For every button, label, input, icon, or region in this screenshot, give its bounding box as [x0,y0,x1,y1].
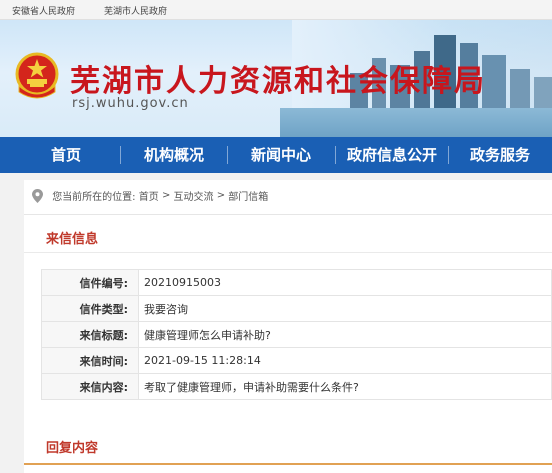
row-label: 来信时间: [41,347,139,374]
letter-number-value: 20210915003 [138,269,552,296]
letter-time-value: 2021-09-15 11:28:14 [138,347,552,374]
breadcrumb: 您当前所在的位置: 首页 > 互动交流 > 部门信箱 [32,188,268,203]
nav-item-home[interactable]: 首页 [18,137,114,173]
breadcrumb-separator: > [161,190,171,201]
row-label: 信件编号: [41,269,139,296]
nav-separator [120,146,121,164]
nav-item-about[interactable]: 机构概况 [126,137,222,173]
breadcrumb-separator: > [216,190,226,201]
row-label: 来信标题: [41,321,139,348]
nav-item-gov-info[interactable]: 政府信息公开 [338,137,446,173]
main-navigation: 首页 机构概况 新闻中心 政府信息公开 政务服务 [0,137,552,173]
content-panel: 您当前所在的位置: 首页 > 互动交流 > 部门信箱 来信信息 信件编号: 20… [24,180,552,473]
letter-info-title: 来信信息 [46,232,99,247]
site-title: 芜湖市人力资源和社会保障局 [70,64,486,99]
nav-item-news[interactable]: 新闻中心 [233,137,329,173]
letter-info-table: 信件编号: 20210915003 信件类型: 我要咨询 来信标题: 健康管理师… [41,269,552,400]
divider [24,214,552,215]
reply-accent-line [24,463,552,465]
top-links-bar: 安徽省人民政府 芜湖市人民政府 [0,0,552,20]
nav-separator [448,146,449,164]
letter-type-value: 我要咨询 [138,295,552,322]
breadcrumb-prefix: 您当前所在的位置: [52,192,136,203]
reply-content-title: 回复内容 [46,441,99,456]
nav-item-services[interactable]: 政务服务 [452,137,548,173]
breadcrumb-interaction[interactable]: 互动交流 [174,192,214,203]
breadcrumb-home[interactable]: 首页 [139,192,159,203]
site-banner: 芜湖市人力资源和社会保障局 rsj.wuhu.gov.cn [0,20,552,137]
letter-content-value: 考取了健康管理师，申请补助需要什么条件? [138,373,552,400]
letter-title-value: 健康管理师怎么申请补助? [138,321,552,348]
table-row: 信件类型: 我要咨询 [41,295,552,322]
skyline-building [510,69,530,113]
site-url: rsj.wuhu.gov.cn [72,96,189,111]
toplink-wuhu-government[interactable]: 芜湖市人民政府 [104,4,167,17]
table-row: 来信标题: 健康管理师怎么申请补助? [41,321,552,348]
location-pin-icon [32,188,43,203]
section-divider [24,252,552,253]
table-row: 来信时间: 2021-09-15 11:28:14 [41,347,552,374]
breadcrumb-mailbox[interactable]: 部门信箱 [228,192,268,203]
national-emblem-icon [15,52,59,99]
table-row: 来信内容: 考取了健康管理师，申请补助需要什么条件? [41,373,552,400]
toplink-anhui-government[interactable]: 安徽省人民政府 [12,4,75,17]
row-label: 来信内容: [41,373,139,400]
banner-river [280,108,552,137]
nav-separator [335,146,336,164]
row-label: 信件类型: [41,295,139,322]
nav-separator [227,146,228,164]
table-row: 信件编号: 20210915003 [41,269,552,296]
